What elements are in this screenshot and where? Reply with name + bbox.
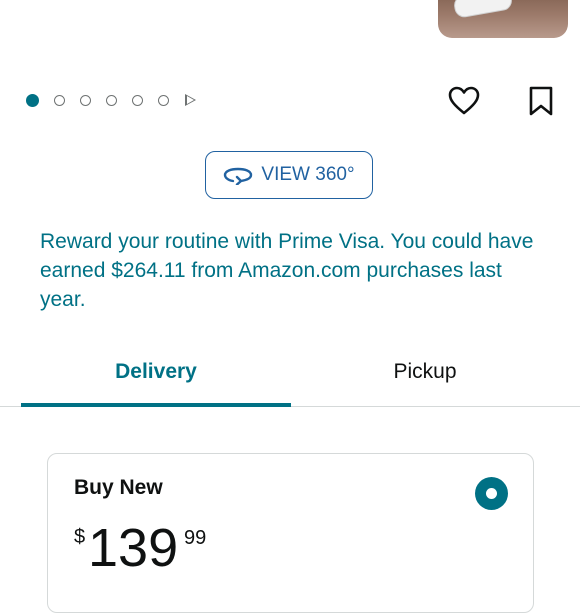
carousel-dot[interactable] (158, 94, 169, 106)
bookmark-icon (529, 86, 553, 116)
save-bookmark-button[interactable] (524, 84, 558, 118)
heart-icon (448, 86, 480, 115)
buy-new-radio[interactable] (475, 477, 508, 510)
view-360-button[interactable]: VIEW 360° (205, 151, 373, 199)
carousel-dot[interactable] (132, 94, 143, 106)
image-carousel-indicator (26, 92, 196, 108)
buy-new-title: Buy New (74, 476, 163, 499)
tab-selected-underline (21, 403, 291, 407)
fulfillment-tabs: Delivery Pickup (0, 340, 580, 408)
tab-pickup[interactable]: Pickup (290, 340, 560, 404)
rotate-360-icon (224, 167, 253, 185)
tab-delivery[interactable]: Delivery (21, 340, 291, 404)
video-play-icon[interactable] (185, 94, 196, 106)
price-currency-symbol: $ (74, 526, 86, 548)
carousel-dot[interactable] (106, 94, 117, 106)
buy-new-card[interactable]: Buy New $ 139 99 (47, 453, 534, 613)
view-360-label: VIEW 360° (261, 164, 355, 185)
product-image[interactable] (438, 0, 568, 38)
wishlist-heart-button[interactable] (447, 84, 481, 118)
price-whole: 139 (88, 518, 179, 578)
product-device-shape (452, 0, 514, 19)
prime-visa-promo[interactable]: Reward your routine with Prime Visa. You… (40, 227, 540, 314)
carousel-dot-active[interactable] (26, 93, 39, 107)
carousel-dot[interactable] (54, 94, 65, 106)
carousel-dot[interactable] (80, 94, 91, 106)
radio-selected-dot (486, 488, 497, 499)
price-fraction: 99 (184, 527, 207, 549)
